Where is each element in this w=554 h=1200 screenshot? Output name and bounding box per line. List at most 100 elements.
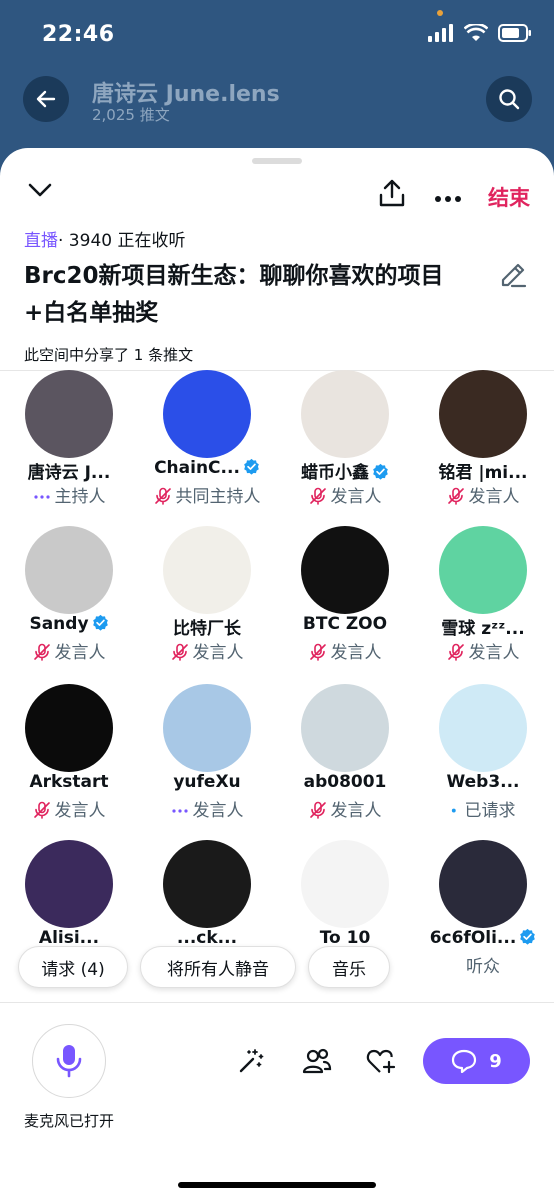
mic-muted-icon (447, 487, 464, 505)
participant-name-text: 铭君 |mi... (438, 463, 528, 483)
participant-avatar[interactable] (439, 370, 527, 458)
sheet-header: 结束 (0, 178, 554, 214)
privacy-indicator (437, 10, 443, 16)
participant-item[interactable]: ab08001 发言人 (276, 684, 414, 842)
participant-item[interactable]: 铭君 |mi... 发言人 (414, 370, 552, 528)
participant-avatar[interactable] (439, 684, 527, 772)
requests-button[interactable]: 请求 (4) (18, 946, 128, 988)
participant-role: 共同主持人 (138, 482, 276, 507)
participant-name: To 10 (276, 928, 414, 948)
end-space-button[interactable]: 结束 (488, 182, 530, 212)
microphone-button[interactable] (32, 1024, 106, 1098)
participant-role: 发言人 (0, 638, 138, 663)
participant-name: Web3... (414, 772, 552, 792)
live-status: 直播· 3940 正在收听 (24, 226, 185, 251)
participant-role: 已请求 (414, 796, 552, 821)
participant-avatar[interactable] (163, 840, 251, 928)
microphone-icon (56, 1045, 82, 1078)
participant-name-text: Alisi... (38, 928, 100, 948)
participant-avatar[interactable] (25, 526, 113, 614)
chat-button[interactable]: 9 (423, 1038, 530, 1084)
share-icon (379, 179, 405, 207)
participant-name: 铭君 |mi... (414, 458, 552, 483)
participant-item[interactable]: 蜡币小鑫发言人 (276, 370, 414, 528)
mic-muted-icon (171, 643, 188, 661)
participant-item[interactable]: Web3... 已请求 (414, 684, 552, 842)
profile-post-count: 2,025 推文 (92, 106, 170, 124)
participant-name-text: ChainC... (154, 458, 240, 478)
chevron-down-icon (28, 183, 52, 197)
participant-name: Alisi... (0, 928, 138, 948)
shared-posts-link[interactable]: 此空间中分享了 1 条推文 (24, 344, 193, 365)
collapse-button[interactable] (26, 180, 54, 204)
participant-name-text: BTC ZOO (302, 614, 388, 634)
participant-name: 6c6fOli... (414, 928, 552, 948)
participant-name: Sandy (0, 614, 138, 634)
participant-avatar[interactable] (163, 526, 251, 614)
participant-role-text: 发言人 (330, 801, 382, 821)
home-indicator[interactable] (178, 1182, 376, 1188)
participant-role-text: 发言人 (330, 643, 382, 663)
mic-muted-icon (309, 643, 326, 661)
participant-name: 蜡币小鑫 (276, 458, 414, 483)
participant-role-text: 发言人 (192, 643, 244, 663)
participant-role-text: 发言人 (330, 487, 382, 507)
participant-role-text: 共同主持人 (175, 487, 261, 507)
participant-name-text: 唐诗云 J... (27, 463, 111, 483)
mute-all-button[interactable]: 将所有人静音 (140, 946, 296, 988)
pencil-icon (501, 263, 527, 288)
participant-role-text: 发言人 (192, 801, 244, 821)
participant-role: 发言人 (138, 638, 276, 663)
edit-title-button[interactable] (498, 260, 528, 294)
participant-item[interactable]: Arkstart 发言人 (0, 684, 138, 842)
people-button[interactable] (302, 1046, 332, 1076)
participant-role-text: 发言人 (54, 801, 106, 821)
music-button[interactable]: 音乐 (308, 946, 390, 988)
participant-role: 发言人 (138, 796, 276, 821)
participant-role-text: 主持人 (54, 487, 106, 507)
participant-item[interactable]: 6c6fOli... 听众 (414, 840, 552, 998)
participant-avatar[interactable] (301, 526, 389, 614)
participant-avatar[interactable] (163, 370, 251, 458)
chat-bubble-icon (452, 1049, 477, 1073)
participant-item[interactable]: 比特厂长 发言人 (138, 526, 276, 684)
participant-avatar[interactable] (439, 526, 527, 614)
participant-avatar[interactable] (25, 840, 113, 928)
participant-name-text: 蜡币小鑫 (301, 463, 369, 483)
participant-avatar[interactable] (439, 840, 527, 928)
participant-avatar[interactable] (301, 684, 389, 772)
wifi-icon (464, 24, 488, 41)
participant-avatar[interactable] (25, 370, 113, 458)
participant-item[interactable]: ChainC... 共同主持人 (138, 370, 276, 528)
participant-item[interactable]: Sandy 发言人 (0, 526, 138, 684)
profile-header: 唐诗云 June.lens 2,025 推文 (0, 70, 554, 130)
mic-status-label: 麦克风已打开 (24, 1112, 115, 1130)
participant-name-text: ...ck... (176, 928, 238, 948)
status-time: 22:46 (42, 22, 115, 47)
effects-button[interactable] (236, 1046, 266, 1076)
sheet-grabber[interactable] (252, 158, 302, 164)
more-options-button[interactable] (434, 184, 462, 209)
participant-role-text: 发言人 (54, 643, 106, 663)
heart-plus-icon (366, 1049, 396, 1074)
participant-avatar[interactable] (301, 840, 389, 928)
search-button[interactable] (486, 76, 532, 122)
participant-avatar[interactable] (301, 370, 389, 458)
participant-role: 听众 (414, 952, 552, 977)
reaction-button[interactable] (366, 1046, 396, 1076)
participant-name: Arkstart (0, 772, 138, 792)
space-title: Brc20新项目新生态：聊聊你喜欢的项目+白名单抽奖 (24, 263, 444, 326)
participant-avatar[interactable] (25, 684, 113, 772)
participant-name: ab08001 (276, 772, 414, 792)
participant-name-text: 雪球 zᶻᶻ... (441, 619, 525, 639)
participant-role: 发言人 (276, 638, 414, 663)
participant-item[interactable]: BTC ZOO 发言人 (276, 526, 414, 684)
participant-avatar[interactable] (163, 684, 251, 772)
back-button[interactable] (23, 76, 69, 122)
participant-name: yufeXu (138, 772, 276, 792)
share-button[interactable] (378, 178, 406, 212)
participant-item[interactable]: 雪球 zᶻᶻ... 发言人 (414, 526, 552, 684)
participant-name-text: ab08001 (303, 772, 387, 792)
participant-item[interactable]: 唐诗云 J... 主持人 (0, 370, 138, 528)
participant-item[interactable]: yufeXu 发言人 (138, 684, 276, 842)
